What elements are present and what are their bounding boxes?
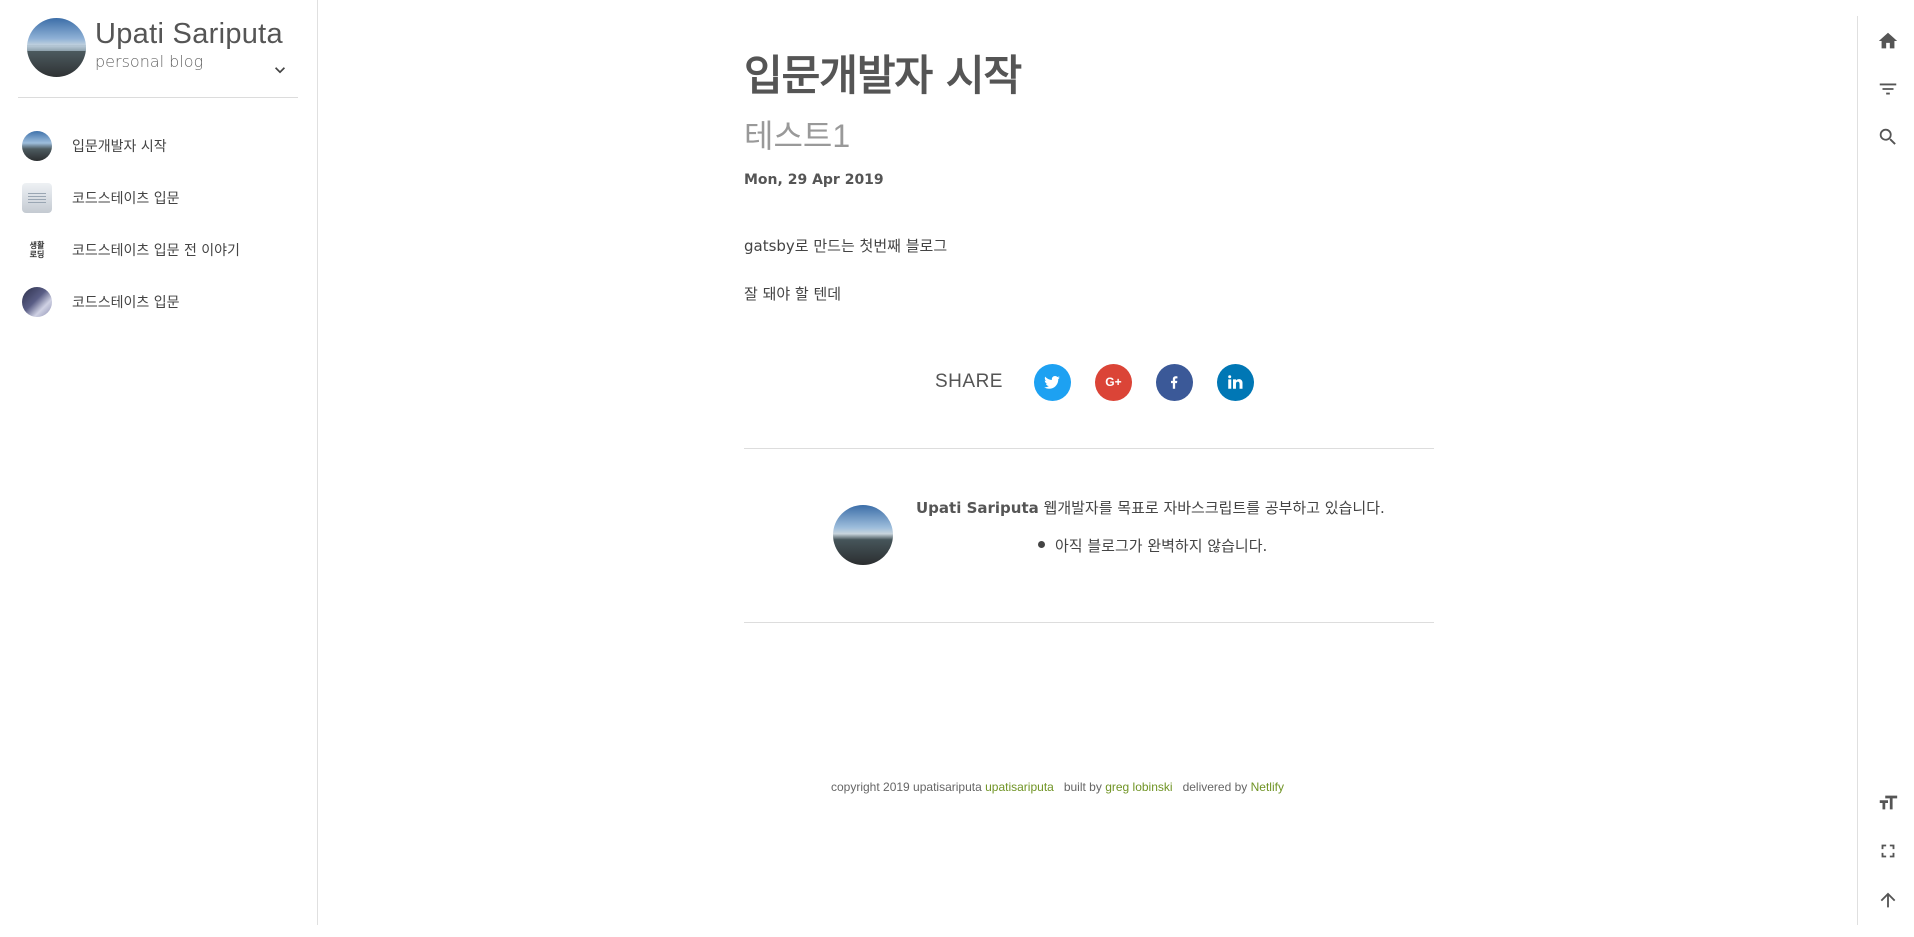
scroll-top-button[interactable] <box>1872 884 1904 916</box>
post-article: 입문개발자 시작 테스트1 Mon, 29 Apr 2019 gatsby로 만… <box>744 48 1434 304</box>
divider <box>744 448 1434 449</box>
post-thumbnail: 생활 로딩 <box>22 235 52 265</box>
share-label: SHARE <box>935 371 1003 392</box>
post-thumbnail-text: 생활 로딩 <box>29 241 45 259</box>
facebook-icon <box>1171 376 1178 389</box>
fullscreen-button[interactable] <box>1872 835 1904 867</box>
home-button[interactable] <box>1872 25 1904 57</box>
post-list-item[interactable]: 코드스테이츠 입문 <box>22 276 312 328</box>
expand-info-button[interactable] <box>268 58 292 82</box>
twitter-icon <box>1044 376 1061 389</box>
footer-copyright: copyright 2019 upatisariputa <box>831 780 986 794</box>
author-name: Upati Sariputa <box>916 499 1039 517</box>
post-list-item[interactable]: 생활 로딩 코드스테이츠 입문 전 이야기 <box>22 224 312 276</box>
post-thumbnail <box>22 131 52 161</box>
footer-netlify-link[interactable]: Netlify <box>1251 780 1284 794</box>
author-list-item: 아직 블로그가 완벽하지 않습니다. <box>1038 535 1267 556</box>
search-button[interactable] <box>1872 121 1904 153</box>
linkedin-share-button[interactable] <box>1216 363 1254 401</box>
post-list-item-label: 코드스테이츠 입문 전 이야기 <box>72 243 240 259</box>
search-icon <box>1879 128 1896 145</box>
post-subtitle: 테스트1 <box>744 118 851 154</box>
sidebar: Upati Sariputa personal blog 입문개발자 시작 코드… <box>0 0 318 925</box>
sidebar-header: Upati Sariputa personal blog <box>18 16 298 98</box>
author-bio-text: 웹개발자를 목표로 자바스크립트를 공부하고 있습니다. <box>1038 499 1385 517</box>
post-list-item-label: 코드스테이츠 입문 <box>72 295 180 311</box>
divider <box>744 622 1434 623</box>
filter-icon <box>1879 83 1897 95</box>
author-avatar <box>833 505 893 565</box>
avatar[interactable] <box>27 18 86 77</box>
footer: copyright 2019 upatisariputa upatisaripu… <box>831 780 1284 794</box>
footer-built-by-link[interactable]: greg lobinski <box>1105 780 1172 794</box>
facebook-share-button[interactable] <box>1155 363 1193 401</box>
post-list: 입문개발자 시작 코드스테이츠 입문 생활 로딩 코드스테이츠 입문 전 이야기… <box>22 120 312 328</box>
post-list-item[interactable]: 코드스테이츠 입문 <box>22 172 312 224</box>
filter-button[interactable] <box>1872 73 1904 105</box>
arrow-up-icon <box>1880 892 1896 908</box>
footer-delivered-by: delivered by <box>1182 780 1251 794</box>
twitter-share-button[interactable] <box>1033 363 1071 401</box>
footer-copyright-link[interactable]: upatisariputa <box>985 780 1054 794</box>
blog-subtitle: personal blog <box>95 52 204 71</box>
post-list-item-label: 코드스테이츠 입문 <box>72 191 180 207</box>
linkedin-icon <box>1228 375 1243 389</box>
post-list-item-label: 입문개발자 시작 <box>72 139 167 155</box>
blog-title[interactable]: Upati Sariputa <box>95 18 283 51</box>
author-bio: Upati Sariputa 웹개발자를 목표로 자바스크립트를 공부하고 있습… <box>916 497 1385 518</box>
post-thumbnail <box>22 183 52 213</box>
post-list-item[interactable]: 입문개발자 시작 <box>22 120 312 172</box>
author-box: Upati Sariputa 웹개발자를 목표로 자바스크립트를 공부하고 있습… <box>833 497 1393 567</box>
share-bar: SHARE G+ <box>935 363 1278 401</box>
font-size-button[interactable] <box>1872 787 1904 819</box>
post-paragraph: gatsby로 만드는 첫번째 블로그 <box>744 237 948 255</box>
home-icon <box>1878 32 1898 49</box>
fullscreen-icon <box>1881 844 1895 858</box>
font-size-icon <box>1879 795 1898 810</box>
google-plus-share-button[interactable]: G+ <box>1094 363 1132 401</box>
post-thumbnail <box>22 287 52 317</box>
post-date: Mon, 29 Apr 2019 <box>744 172 884 188</box>
google-plus-icon: G+ <box>1105 375 1122 389</box>
footer-built-by: built by <box>1063 780 1106 794</box>
post-paragraph: 잘 돼야 할 텐데 <box>744 285 842 303</box>
chevron-down-icon <box>275 67 285 74</box>
post-title: 입문개발자 시작 <box>744 51 1022 100</box>
action-bar-border <box>1857 16 1858 925</box>
